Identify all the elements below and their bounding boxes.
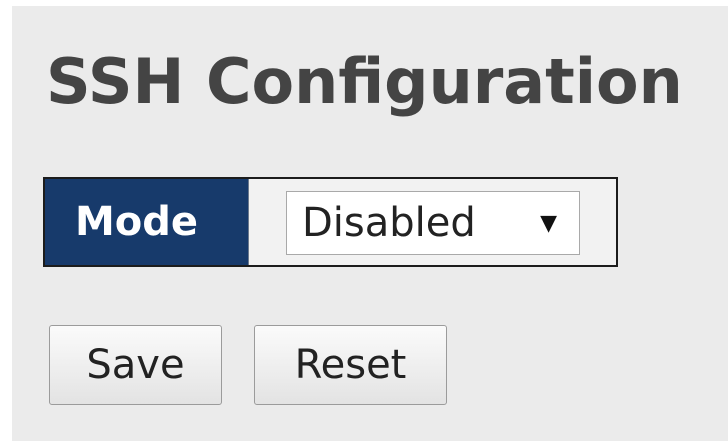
mode-select[interactable]: Disabled ▼ <box>286 191 580 255</box>
dropdown-arrow-icon: ▼ <box>540 210 557 236</box>
page-title: SSH Configuration <box>46 45 683 118</box>
mode-label: Mode <box>45 179 249 265</box>
save-button[interactable]: Save <box>49 325 222 405</box>
ssh-config-table: Mode Disabled ▼ <box>43 177 618 267</box>
reset-button[interactable]: Reset <box>254 325 447 405</box>
mode-cell: Disabled ▼ <box>249 179 616 265</box>
mode-select-value: Disabled <box>302 200 476 246</box>
